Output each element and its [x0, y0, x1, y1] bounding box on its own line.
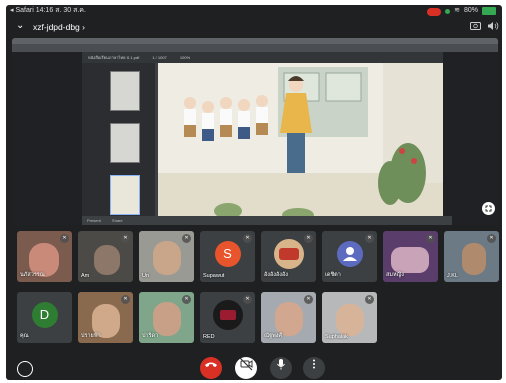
- participant-name: ปาริดา: [142, 333, 159, 339]
- back-to-app[interactable]: ◂ Safari: [10, 7, 34, 14]
- thumbnail-page: [110, 123, 140, 163]
- participant-tile[interactable]: ✕ ปรายฟ้า: [78, 292, 133, 343]
- ios-status-bar: ◂ Safari 14:16 ส. 30 ส.ค. ≋ 80%: [6, 5, 502, 17]
- battery-icon: [482, 7, 496, 15]
- participant-tile[interactable]: ✕ Suphalak: [322, 292, 377, 343]
- phone-hangup-icon: [205, 362, 217, 367]
- thumbnail-page-current: [110, 175, 140, 215]
- mic-muted-icon: ✕: [121, 234, 130, 243]
- avatar: [273, 238, 304, 269]
- pdf-toolbar: หนังสือเรียนภาษาไทย ป.1.pdf 1 / 1007 100…: [82, 52, 452, 63]
- more-vertical-icon: [313, 359, 315, 369]
- meeting-code[interactable]: xzf-jdpd-dbg ›: [33, 22, 85, 32]
- thumbnail-page: [110, 71, 140, 111]
- presenter-bottom-bar: Present Share: [82, 216, 452, 225]
- participant-name: Am: [81, 273, 90, 279]
- participant-name: RED: [203, 334, 215, 340]
- home-indicator-icon[interactable]: [17, 361, 33, 377]
- mic-muted-icon: ✕: [243, 234, 252, 243]
- participant-name: สมหญิง: [386, 272, 404, 278]
- pdf-filename: หนังสือเรียนภาษาไทย ป.1.pdf: [88, 55, 140, 60]
- clock-time: 14:16: [35, 7, 54, 14]
- participant-tile[interactable]: ✕ นภัสวรรณ: [17, 231, 72, 282]
- participant-tile[interactable]: ✕ สมหญิง: [383, 231, 438, 282]
- camera-toggle-button[interactable]: [235, 357, 257, 379]
- microphone-button[interactable]: [270, 357, 292, 379]
- participant-name: เดชิตา: [325, 272, 341, 278]
- battery-percent: 80%: [463, 7, 478, 14]
- participant-tile-self[interactable]: D คุณ: [17, 292, 72, 343]
- person-icon: [336, 240, 363, 267]
- participant-tile[interactable]: ✕ ณัฐพงศ์: [261, 292, 316, 343]
- classroom-illustration: [158, 63, 443, 225]
- present-label: Present: [87, 218, 101, 223]
- participant-tile[interactable]: ✕ Un: [139, 231, 194, 282]
- participant-name: Suphalak: [325, 334, 348, 340]
- presenter-sidebar: [12, 52, 82, 225]
- wifi-icon: ≋: [454, 7, 460, 14]
- pdf-page-count: 1 / 1007: [152, 55, 167, 60]
- meet-header: ⌄ xzf-jdpd-dbg ›: [6, 17, 502, 37]
- participant-name: Supawut: [203, 273, 225, 279]
- participant-tile[interactable]: ✕ ปาริดา: [139, 292, 194, 343]
- chevron-down-icon[interactable]: ⌄: [16, 20, 24, 31]
- mic-muted-icon: ✕: [365, 295, 374, 304]
- mic-muted-icon: ✕: [304, 234, 313, 243]
- camera-off-icon: [239, 357, 253, 371]
- mic-muted-icon: ✕: [304, 295, 313, 304]
- participant-name: J.KL: [447, 273, 459, 279]
- participant-name: คุณ: [20, 333, 29, 339]
- participant-tile[interactable]: ✕ อังอังอังอัง: [261, 231, 316, 282]
- microphone-icon: [277, 359, 285, 370]
- avatar: [212, 299, 243, 330]
- participant-name: Un: [142, 273, 150, 279]
- avatar: D: [31, 301, 58, 328]
- bookmarks-bar: [12, 44, 498, 57]
- participant-tile[interactable]: ✕ Am: [78, 231, 133, 282]
- mic-muted-icon: ✕: [426, 234, 435, 243]
- pdf-zoom: 100%: [179, 55, 191, 60]
- recording-dot-icon: [445, 8, 451, 14]
- status-date: ส. 30 ส.ค.: [55, 7, 86, 14]
- mic-muted-icon: ✕: [182, 234, 191, 243]
- pdf-thumbnails: 1: [82, 63, 155, 225]
- pdf-page-illustration: [158, 63, 443, 225]
- mic-muted-icon: ✕: [182, 295, 191, 304]
- participant-tile[interactable]: S ✕ Supawut: [200, 231, 255, 282]
- share-label: Share: [111, 218, 123, 223]
- participant-name: นภัสวรรณ: [20, 272, 45, 278]
- speaker-icon[interactable]: [487, 21, 499, 34]
- end-call-button[interactable]: [200, 357, 222, 379]
- mic-muted-icon: ✕: [60, 234, 69, 243]
- meet-screen: ◂ Safari 14:16 ส. 30 ส.ค. ≋ 80% ⌄ xzf-jd…: [6, 5, 502, 380]
- avatar: S: [214, 240, 241, 267]
- mic-muted-icon: ✕: [121, 295, 130, 304]
- presenter-right-panel: [443, 52, 498, 225]
- participant-tile[interactable]: ✕ เดชิตา: [322, 231, 377, 282]
- camera-flip-icon[interactable]: [470, 21, 481, 33]
- participant-name: อังอังอังอัง: [264, 272, 288, 278]
- participant-tile[interactable]: ✕ RED: [200, 292, 255, 343]
- participant-tile[interactable]: ✕ J.KL: [444, 231, 499, 282]
- mic-muted-icon: ✕: [365, 234, 374, 243]
- mic-muted-icon: ✕: [243, 295, 252, 304]
- screen-share-presentation[interactable]: หนังสือเรียนภาษาไทย ป.1.pdf 1 / 1007 100…: [12, 38, 498, 225]
- screen-record-icon: [427, 8, 442, 16]
- participant-name: ปรายฟ้า: [81, 333, 101, 339]
- more-options-button[interactable]: [303, 357, 325, 379]
- fullscreen-icon[interactable]: [482, 202, 495, 215]
- mic-muted-icon: ✕: [487, 234, 496, 243]
- participant-name: ณัฐพงศ์: [264, 333, 282, 339]
